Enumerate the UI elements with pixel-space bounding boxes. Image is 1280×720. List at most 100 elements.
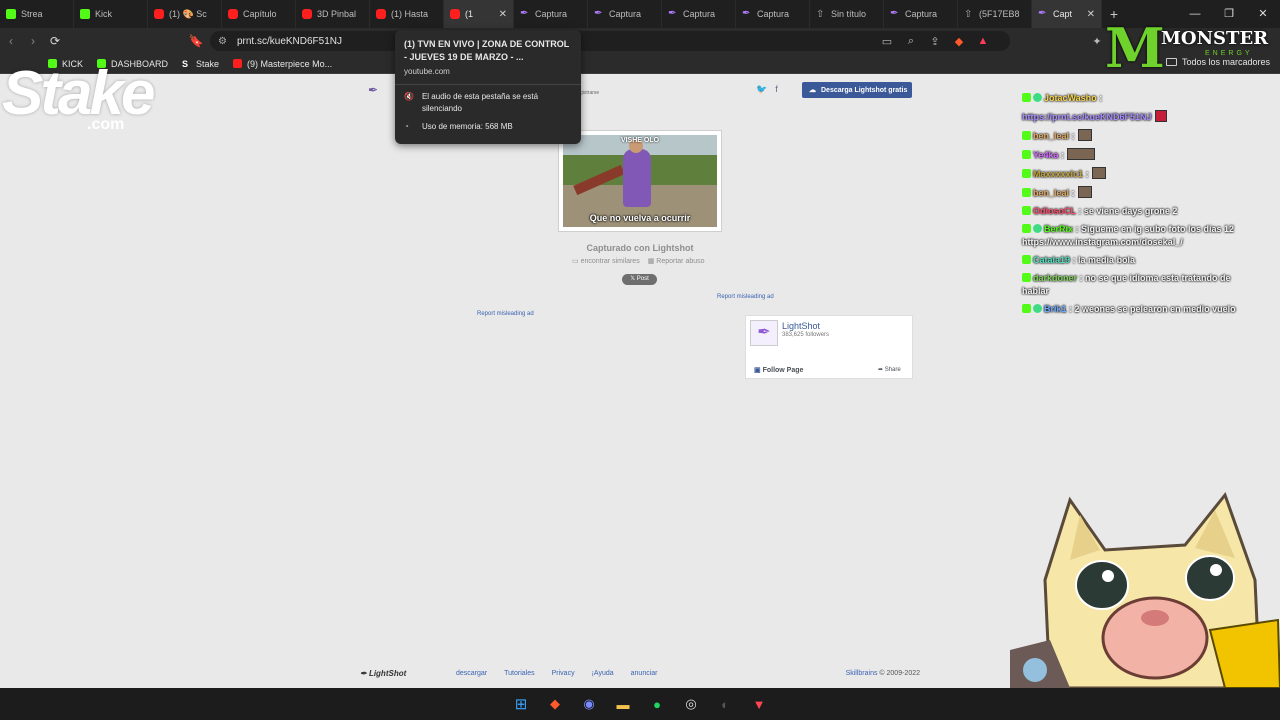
meme-caption-top: VISHE OLO bbox=[620, 137, 660, 144]
lightshot-icon: ✒ bbox=[668, 8, 677, 19]
chat-username[interactable]: Catala19 bbox=[1033, 255, 1070, 265]
download-button[interactable]: ☁ Descarga Lightshot gratis bbox=[802, 82, 912, 98]
tab-0[interactable]: Strea bbox=[0, 0, 74, 28]
chat-username[interactable]: OdiosoCL bbox=[1033, 206, 1076, 216]
youtube-icon bbox=[302, 9, 312, 19]
tab-12[interactable]: ✒ Captura bbox=[884, 0, 958, 28]
chat-username[interactable]: Maxxxxxic1 bbox=[1033, 169, 1083, 179]
tab-7[interactable]: ✒ Captura bbox=[514, 0, 588, 28]
bookmark-2[interactable]: S Stake bbox=[182, 58, 220, 70]
footer-links: descargar Tutoriales Privacy ¡Ayuda anunciar bbox=[456, 670, 658, 677]
tab-1[interactable]: Kick bbox=[74, 0, 148, 28]
footer-link-2[interactable]: Privacy bbox=[552, 670, 575, 677]
facebook-icon[interactable]: f bbox=[775, 84, 778, 95]
stake-wordmark: Stake bbox=[2, 59, 155, 128]
tab-10[interactable]: ✒ Captura bbox=[736, 0, 810, 28]
lightshot-logo-icon: ✒ bbox=[750, 320, 778, 346]
close-tab-icon[interactable]: ✕ bbox=[499, 9, 507, 20]
chat-username[interactable]: darkdoner bbox=[1033, 273, 1077, 283]
tab-5[interactable]: (1) Hasta bbox=[370, 0, 444, 28]
follow-page-button[interactable]: ▣ Follow Page bbox=[754, 366, 803, 374]
kick-badge-icon bbox=[1022, 93, 1031, 102]
bookmark-icon[interactable]: 🔖 bbox=[185, 34, 207, 48]
forward-icon[interactable]: › bbox=[22, 34, 44, 48]
report-abuse-link[interactable]: ▦ Reportar abuso bbox=[648, 257, 705, 265]
emote-icon bbox=[1077, 186, 1092, 198]
footer-logo: ✒ LightShot bbox=[360, 668, 407, 678]
find-similar-link[interactable]: ▭ encontrar similares bbox=[572, 257, 640, 265]
close-tab-icon[interactable]: ✕ bbox=[1087, 9, 1095, 20]
spotify-icon[interactable]: ● bbox=[647, 694, 667, 714]
tab-label: Captura bbox=[609, 9, 642, 19]
chat-username[interactable]: ben_leal bbox=[1033, 188, 1069, 198]
tab-8[interactable]: ✒ Captura bbox=[588, 0, 662, 28]
twitter-icon[interactable]: 🐦 bbox=[756, 84, 767, 95]
valorant-icon[interactable]: ▼ bbox=[749, 694, 769, 714]
memory-text: Uso de memoria: 568 MB bbox=[422, 122, 513, 131]
site-info-icon[interactable]: ⚙ bbox=[218, 36, 227, 47]
fb-page-name[interactable]: LightShot bbox=[782, 321, 820, 331]
chat-message: OdiosoCL : se viene days grone 2 bbox=[1022, 205, 1258, 218]
reload-icon[interactable]: ⟳ bbox=[44, 34, 66, 48]
chat-message: https://prnt.sc/kueKND6F51NJ bbox=[1022, 110, 1258, 124]
x-post-button[interactable]: 𝕏 Post bbox=[622, 274, 657, 285]
download-label: Descarga Lightshot gratis bbox=[821, 86, 908, 94]
emote-icon bbox=[1067, 148, 1096, 160]
cast-icon[interactable]: ▭ bbox=[880, 35, 894, 48]
obs-icon[interactable]: ◎ bbox=[681, 694, 701, 714]
chat-username[interactable]: BerRix bbox=[1044, 224, 1073, 234]
chat-text: : bbox=[1071, 188, 1075, 198]
screen: Strea Kick (1) 🎨 Sc Capítulo 3D Pinbal (1) Ha… bbox=[0, 0, 1280, 720]
bookmark-3[interactable]: (9) Masterpiece Mo... bbox=[233, 59, 332, 69]
report-ad-link[interactable]: Report misleading ad bbox=[717, 294, 774, 300]
chat-text[interactable]: https://prnt.sc/kueKND6F51NJ bbox=[1022, 112, 1152, 122]
footer-link-3[interactable]: ¡Ayuda bbox=[592, 670, 614, 677]
discord-icon[interactable]: ◉ bbox=[579, 694, 599, 714]
lightshot-icon: ✒ bbox=[890, 8, 899, 19]
tab-13[interactable]: ⇧ (5F17EB8 bbox=[958, 0, 1032, 28]
tab-6[interactable]: (1 ✕ bbox=[444, 0, 514, 28]
footer-link-4[interactable]: anunciar bbox=[631, 670, 658, 677]
skillbrains-link[interactable]: Skillbrains bbox=[846, 670, 878, 677]
brave-icon[interactable]: ◆ bbox=[545, 694, 565, 714]
brave-shield-icon[interactable]: ◆ bbox=[952, 35, 966, 48]
chat-username[interactable]: Brik1 bbox=[1044, 304, 1067, 314]
chat-username[interactable]: JotacWasho bbox=[1044, 93, 1097, 103]
report-ad-link-2[interactable]: Report misleading ad bbox=[477, 311, 534, 317]
address-actions: ▭ ⌕ ⇪ ◆ ▲ ✦ bbox=[880, 28, 1104, 54]
extensions-icon[interactable]: ✦ bbox=[1090, 35, 1104, 48]
tab-label: Capítulo bbox=[243, 9, 277, 19]
tab-2[interactable]: (1) 🎨 Sc bbox=[148, 0, 222, 28]
footer-link-0[interactable]: descargar bbox=[456, 670, 487, 677]
footer-link-1[interactable]: Tutoriales bbox=[504, 670, 534, 677]
bookmark-label: (9) Masterpiece Mo... bbox=[247, 58, 333, 69]
tab-14[interactable]: ✒ Capt ✕ bbox=[1032, 0, 1102, 28]
gem-badge-icon bbox=[1033, 93, 1042, 102]
start-icon[interactable]: ⊞ bbox=[511, 694, 531, 714]
tab-label: Captura bbox=[757, 9, 790, 19]
kick-badge-icon bbox=[1022, 273, 1031, 282]
address-bar: ‹ › ⟳ 🔖 ⚙ prnt.sc/kueKND6F51NJ ▭ ⌕ ⇪ ◆ ▲… bbox=[0, 28, 1280, 54]
tab-3[interactable]: Capítulo bbox=[222, 0, 296, 28]
screenshot-image[interactable]: VISHE OLO Que no vuelva a ocurrir bbox=[558, 130, 722, 232]
chat-username[interactable]: Ye4ka bbox=[1033, 150, 1059, 160]
fb-icon: ▣ bbox=[754, 367, 761, 374]
kick-badge-icon bbox=[1022, 150, 1031, 159]
back-icon[interactable]: ‹ bbox=[0, 34, 22, 48]
share-button[interactable]: ➦ Share bbox=[878, 366, 901, 373]
chat-username[interactable]: ben_leal bbox=[1033, 131, 1069, 141]
tab-4[interactable]: 3D Pinbal bbox=[296, 0, 370, 28]
zoom-icon[interactable]: ⌕ bbox=[904, 35, 918, 48]
lightshot-icon: ✒ bbox=[1038, 8, 1047, 19]
bookmark-label: Stake bbox=[196, 58, 220, 69]
tab-9[interactable]: ✒ Captura bbox=[662, 0, 736, 28]
app-icon[interactable]: ◐ bbox=[715, 694, 735, 714]
file-explorer-icon[interactable]: ▬ bbox=[613, 694, 633, 714]
tab-11[interactable]: ⇧ Sin título bbox=[810, 0, 884, 28]
signup-hint[interactable]: gistrarse bbox=[580, 90, 599, 96]
rewards-icon[interactable]: ▲ bbox=[976, 35, 990, 47]
share-icon[interactable]: ⇪ bbox=[928, 35, 942, 48]
memory-row: ◔ Uso de memoria: 568 MB bbox=[404, 121, 572, 133]
fb-followers: 383,625 followers bbox=[782, 332, 830, 338]
social-links: 🐦 f bbox=[756, 84, 778, 95]
